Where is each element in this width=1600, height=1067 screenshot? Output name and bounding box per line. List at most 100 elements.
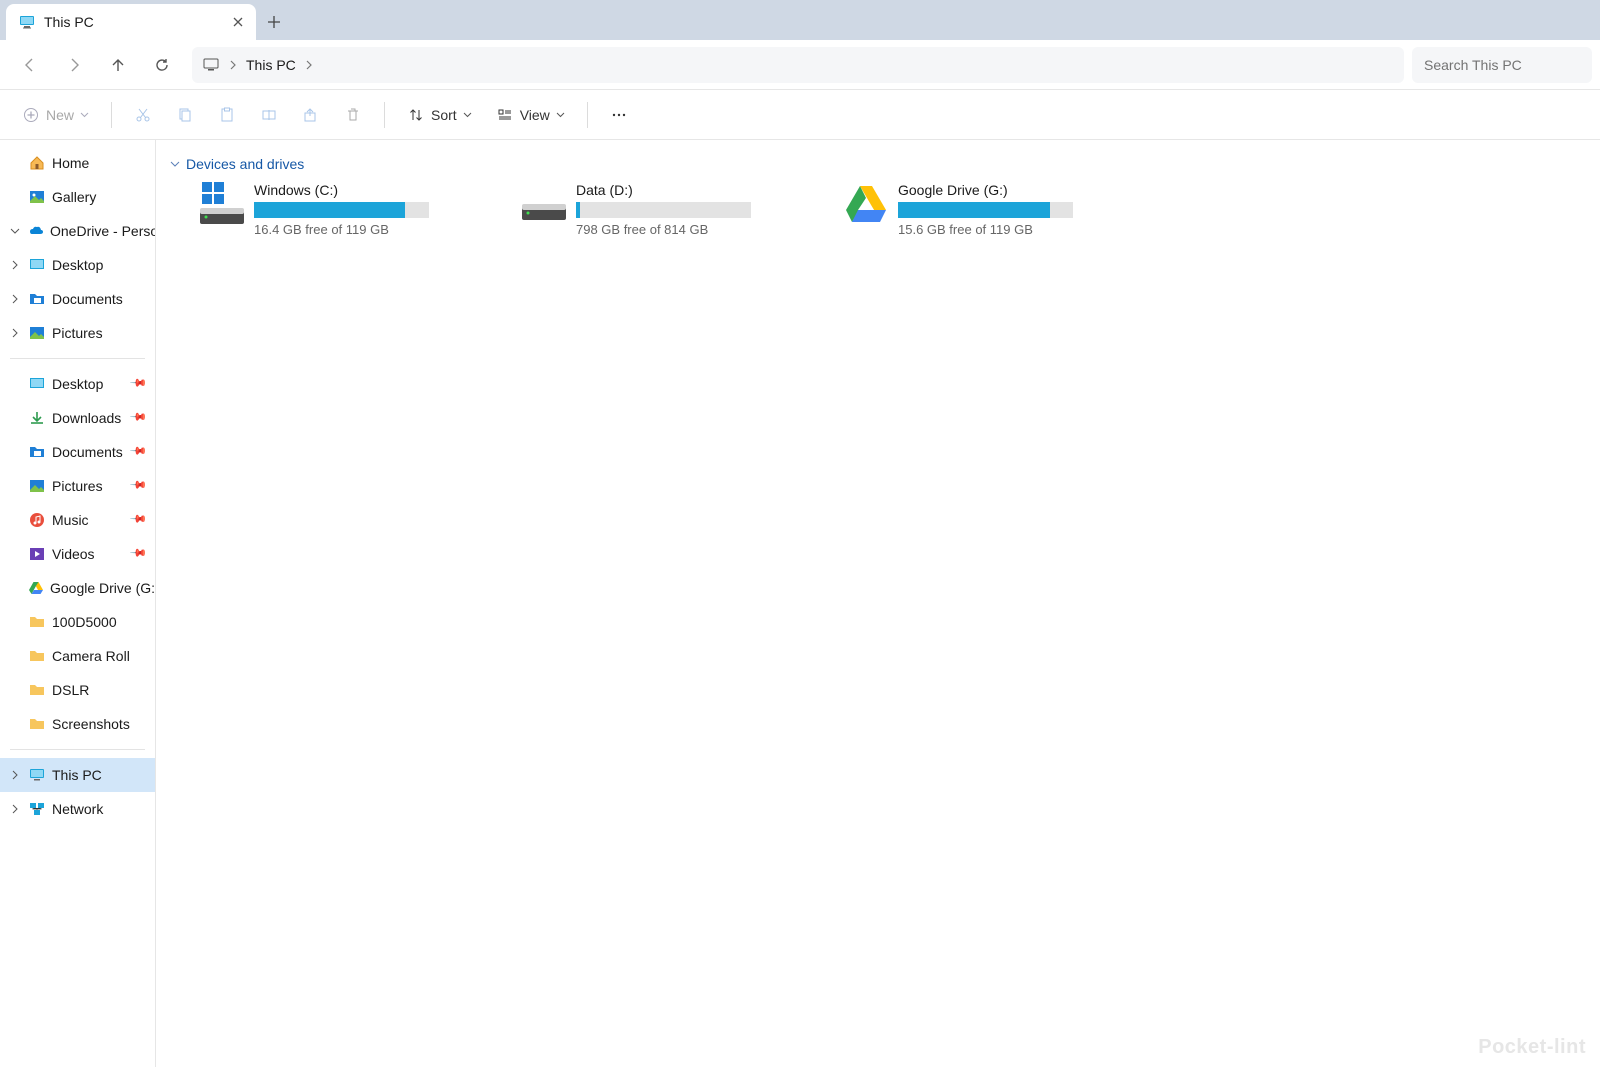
network-icon: [28, 800, 46, 818]
sidebar-item-desktop[interactable]: Desktop 📌: [0, 367, 155, 401]
address-bar[interactable]: This PC: [192, 47, 1404, 83]
delete-button[interactable]: [334, 97, 372, 133]
sidebar-item-videos[interactable]: Videos📌: [0, 537, 155, 571]
folder-icon: [28, 647, 46, 665]
divider: [384, 102, 385, 128]
gallery-icon: [28, 188, 46, 206]
sidebar-item-home[interactable]: Home: [0, 146, 155, 180]
divider: [111, 102, 112, 128]
copy-button[interactable]: [166, 97, 204, 133]
desktop-icon: [28, 256, 46, 274]
drive-name: Windows (C:): [254, 182, 480, 198]
desktop-icon: [28, 375, 46, 393]
sort-label: Sort: [431, 107, 457, 123]
chevron-icon[interactable]: [10, 294, 20, 304]
chevron-right-icon[interactable]: [304, 60, 314, 70]
sidebar-item-label: Desktop: [52, 376, 103, 392]
view-button[interactable]: View: [486, 97, 575, 133]
more-button[interactable]: [600, 97, 638, 133]
gdrive-icon: [844, 182, 888, 226]
sidebar-item-pictures[interactable]: Pictures: [0, 316, 155, 350]
search-box[interactable]: [1412, 47, 1592, 83]
chevron-right-icon[interactable]: [228, 60, 238, 70]
windisk-icon: [200, 182, 244, 226]
sidebar-item-documents[interactable]: Documents📌: [0, 435, 155, 469]
drive-usage-bar: [576, 202, 751, 218]
sidebar-item-label: Camera Roll: [52, 648, 130, 664]
drive-item[interactable]: Windows (C:)16.4 GB free of 119 GB: [200, 182, 480, 237]
ellipsis-icon: [610, 106, 628, 124]
new-label: New: [46, 107, 74, 123]
folder-icon: [28, 715, 46, 733]
sidebar-item-label: Google Drive (G:: [50, 580, 155, 596]
close-icon[interactable]: [232, 16, 244, 28]
sidebar-item-google-drive-g-[interactable]: Google Drive (G:📌: [0, 571, 155, 605]
sidebar-item-gallery[interactable]: Gallery: [0, 180, 155, 214]
onedrive-icon: [28, 222, 44, 240]
new-tab-button[interactable]: [256, 4, 292, 40]
divider: [10, 749, 145, 750]
paste-button[interactable]: [208, 97, 246, 133]
tab-this-pc[interactable]: This PC: [6, 4, 256, 40]
sidebar-item-dslr[interactable]: DSLR: [0, 673, 155, 707]
group-header-devices[interactable]: Devices and drives: [170, 150, 1586, 182]
search-input[interactable]: [1424, 57, 1580, 73]
share-button[interactable]: [292, 97, 330, 133]
chevron-icon[interactable]: [10, 770, 20, 780]
sidebar-item-label: Documents: [52, 291, 123, 307]
new-button[interactable]: New: [12, 97, 99, 133]
chevron-icon[interactable]: [10, 260, 20, 270]
sidebar-item-documents[interactable]: Documents: [0, 282, 155, 316]
pin-icon: 📌: [129, 543, 151, 565]
chevron-down-icon: [463, 110, 472, 119]
group-label: Devices and drives: [186, 156, 304, 172]
pin-icon: 📌: [129, 475, 151, 497]
up-button[interactable]: [96, 43, 140, 87]
rename-button[interactable]: [250, 97, 288, 133]
tab-bar: This PC: [0, 0, 1600, 40]
sort-icon: [407, 106, 425, 124]
sidebar-item-label: Desktop: [52, 257, 103, 273]
drive-item[interactable]: Data (D:)798 GB free of 814 GB: [522, 182, 802, 237]
forward-button[interactable]: [52, 43, 96, 87]
sidebar-item-this-pc[interactable]: This PC: [0, 758, 155, 792]
tab-title: This PC: [44, 14, 94, 30]
chevron-icon[interactable]: [10, 328, 20, 338]
drive-name: Google Drive (G:): [898, 182, 1124, 198]
drive-usage-bar: [254, 202, 429, 218]
sidebar-item-music[interactable]: Music📌: [0, 503, 155, 537]
sidebar-item-label: Documents: [52, 444, 123, 460]
cut-button[interactable]: [124, 97, 162, 133]
disk-icon: [522, 182, 566, 226]
drive-item[interactable]: Google Drive (G:)15.6 GB free of 119 GB: [844, 182, 1124, 237]
sidebar-item-camera-roll[interactable]: Camera Roll: [0, 639, 155, 673]
chevron-down-icon: [170, 159, 180, 169]
sidebar-item-pictures[interactable]: Pictures📌: [0, 469, 155, 503]
copy-icon: [176, 106, 194, 124]
home-icon: [28, 154, 46, 172]
picfolder-icon: [28, 324, 46, 342]
pin-icon: 📌: [129, 373, 151, 395]
docfolder-icon: [28, 290, 46, 308]
refresh-button[interactable]: [140, 43, 184, 87]
breadcrumb-segment[interactable]: This PC: [246, 57, 296, 73]
drive-usage-bar: [898, 202, 1073, 218]
chevron-icon[interactable]: [10, 226, 20, 236]
sidebar-item-downloads[interactable]: Downloads📌: [0, 401, 155, 435]
sort-button[interactable]: Sort: [397, 97, 482, 133]
sidebar-item-onedrive-persona[interactable]: OneDrive - Persona: [0, 214, 155, 248]
sidebar-item-label: Network: [52, 801, 103, 817]
drive-name: Data (D:): [576, 182, 802, 198]
sidebar-item-screenshots[interactable]: Screenshots: [0, 707, 155, 741]
sidebar-item-network[interactable]: Network: [0, 792, 155, 826]
back-button[interactable]: [8, 43, 52, 87]
main-content: Devices and drives Windows (C:)16.4 GB f…: [156, 140, 1600, 1067]
picfolder-icon: [28, 477, 46, 495]
divider: [587, 102, 588, 128]
sidebar-item-100d5000[interactable]: 100D5000: [0, 605, 155, 639]
gdrive-icon: [28, 579, 44, 597]
docfolder-icon: [28, 443, 46, 461]
sidebar-item-desktop[interactable]: Desktop: [0, 248, 155, 282]
chevron-icon[interactable]: [10, 804, 20, 814]
sidebar-item-label: Pictures: [52, 325, 103, 341]
